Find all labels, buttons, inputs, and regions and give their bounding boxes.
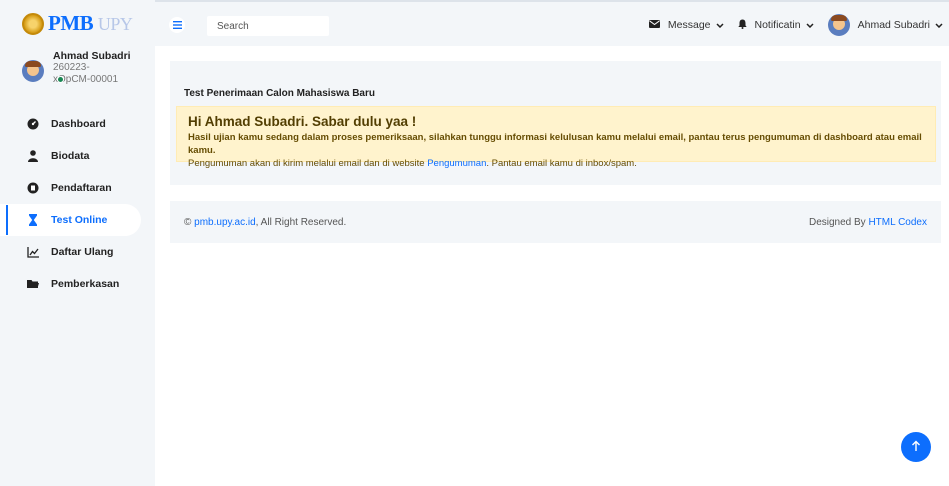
sidebar-item-daftar-ulang[interactable]: Daftar Ulang — [0, 236, 155, 268]
test-status-card: Test Penerimaan Calon Mahasiswa Baru Hi … — [170, 61, 941, 185]
pengumuman-link[interactable]: Pengumuman — [427, 158, 486, 169]
sidebar-user-profile: Ahmad Subadri 260223-xOpCM-00001 — [22, 50, 131, 86]
user-dropdown[interactable]: Ahmad Subadri — [827, 14, 943, 36]
alert-info-text: Pengumuman akan di kirim melalui email d… — [188, 158, 428, 169]
sidebar-nav: Dashboard Biodata Pendaftaran Test Onlin… — [0, 108, 155, 300]
message-label: Message — [667, 19, 711, 31]
search-input[interactable] — [207, 16, 329, 36]
topbar: Message Notificatin Ahmad Subadri — [155, 0, 949, 46]
sidebar-item-test-online[interactable]: Test Online — [0, 204, 141, 236]
sidebar-item-dashboard[interactable]: Dashboard — [0, 108, 155, 140]
sidebar-item-label: Pendaftaran — [51, 182, 112, 194]
main-content: Test Penerimaan Calon Mahasiswa Baru Hi … — [155, 46, 949, 486]
status-alert: Hi Ahmad Subadri. Sabar dulu yaa ! Hasil… — [176, 106, 936, 169]
alert-info: Pengumuman akan di kirim melalui email d… — [188, 157, 924, 170]
designed-by-text: Designed By — [808, 216, 866, 228]
avatar — [827, 14, 850, 36]
footer: © pmb.upy.ac.id, All Right Reserved. Des… — [170, 201, 941, 243]
sidebar-item-biodata[interactable]: Biodata — [0, 140, 155, 172]
copyright-symbol: © — [184, 216, 192, 228]
chevron-down-icon — [935, 21, 943, 30]
sidebar-item-label: Pemberkasan — [51, 278, 120, 290]
sidebar-item-label: Biodata — [51, 150, 90, 162]
university-emblem-icon — [22, 12, 44, 35]
sidebar-item-label: Dashboard — [51, 118, 106, 130]
designer-credit: Designed By HTML Codex — [809, 217, 927, 228]
chevron-down-icon — [806, 21, 814, 30]
message-dropdown[interactable]: Message — [648, 19, 724, 31]
user-menu-label: Ahmad Subadri — [857, 19, 930, 31]
notification-label: Notificatin — [754, 19, 801, 31]
online-status-icon — [57, 76, 64, 83]
brand-logo[interactable]: PMB UPY — [22, 11, 133, 36]
sidebar-item-label: Test Online — [51, 214, 108, 226]
bell-icon — [737, 19, 747, 32]
sidebar: PMB UPY Ahmad Subadri 260223-xOpCM-00001… — [0, 0, 155, 486]
site-link[interactable]: pmb.upy.ac.id — [194, 217, 256, 228]
copyright: © pmb.upy.ac.id, All Right Reserved. — [184, 217, 346, 228]
menu-toggle-icon[interactable] — [169, 17, 185, 33]
folder-icon — [27, 278, 39, 290]
alert-info-text-end: . Pantau email kamu di inbox/spam. — [486, 158, 637, 169]
alert-title: Hi Ahmad Subadri. Sabar dulu yaa ! — [188, 114, 417, 129]
envelope-icon — [648, 19, 660, 31]
arrow-up-icon — [911, 440, 921, 455]
rights-text: , All Right Reserved. — [255, 216, 347, 228]
notification-dropdown[interactable]: Notificatin — [737, 19, 814, 32]
dashboard-icon — [27, 118, 39, 130]
chevron-down-icon — [715, 21, 724, 30]
hourglass-icon — [27, 214, 39, 226]
back-to-top-button[interactable] — [901, 432, 931, 462]
sidebar-item-pemberkasan[interactable]: Pemberkasan — [0, 268, 155, 300]
alert-message: Hasil ujian kamu sedang dalam proses pem… — [188, 132, 922, 156]
card-title: Test Penerimaan Calon Mahasiswa Baru — [184, 88, 375, 99]
avatar — [22, 60, 44, 82]
user-name: Ahmad Subadri — [53, 50, 131, 62]
brand-name: PMB UPY — [48, 11, 133, 35]
user-registration-id: 260223-xOpCM-00001 — [53, 62, 119, 85]
registration-icon — [27, 182, 39, 194]
sidebar-item-label: Daftar Ulang — [51, 246, 114, 258]
sidebar-item-pendaftaran[interactable]: Pendaftaran — [0, 172, 155, 204]
designer-link[interactable]: HTML Codex — [868, 217, 927, 228]
user-icon — [27, 150, 39, 162]
chart-icon — [27, 246, 39, 258]
